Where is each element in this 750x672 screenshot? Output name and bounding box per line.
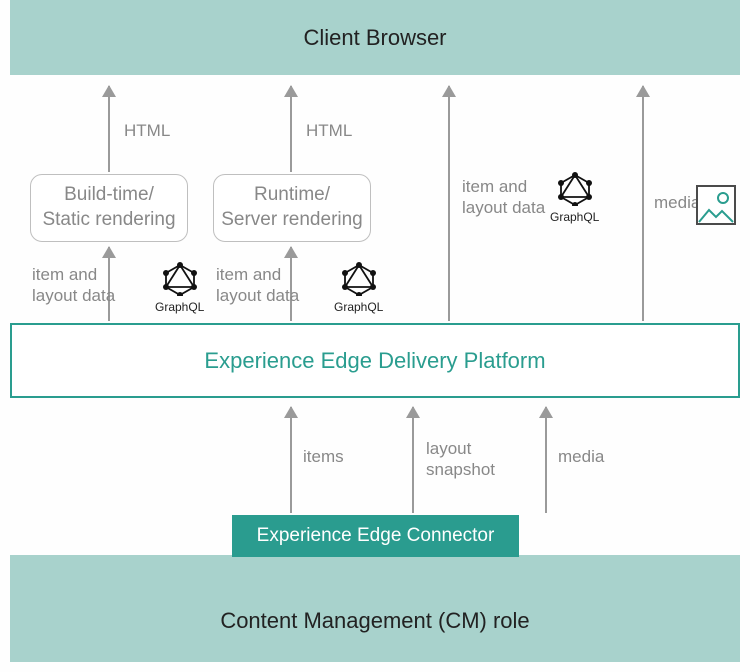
runtime-rendering-node: Runtime/ Server rendering	[213, 174, 371, 242]
arrow-runtime-to-client	[290, 86, 292, 172]
graphql-label-3: GraphQL	[550, 210, 599, 224]
graphql-icon-2: GraphQL	[334, 262, 383, 316]
build-time-rendering-node: Build-time/ Static rendering	[30, 174, 188, 242]
graphql-icon-1: GraphQL	[155, 262, 204, 316]
label-html-2: HTML	[306, 120, 352, 141]
edge-connector-label: Experience Edge Connector	[257, 525, 495, 547]
runtime-node-label: Runtime/ Server rendering	[221, 183, 363, 232]
arrow-connector-media	[545, 407, 547, 513]
label-layout-snapshot: layout snapshot	[426, 438, 495, 481]
graphql-icon-3: GraphQL	[550, 172, 599, 226]
arrow-platform-client-1	[448, 86, 450, 321]
build-node-label: Build-time/ Static rendering	[42, 183, 175, 232]
arrow-connector-items	[290, 407, 292, 513]
cm-role-label: Content Management (CM) role	[0, 608, 750, 634]
image-icon	[696, 185, 736, 225]
label-items: items	[303, 446, 344, 467]
client-browser-box: Client Browser	[10, 0, 740, 75]
diagram-canvas: Client Browser HTML HTML item and layout…	[0, 0, 750, 672]
arrow-platform-client-2	[642, 86, 644, 321]
client-browser-label: Client Browser	[303, 25, 446, 51]
label-item-layout-1: item and layout data	[32, 264, 115, 307]
graphql-label-1: GraphQL	[155, 300, 204, 314]
graphql-label-2: GraphQL	[334, 300, 383, 314]
edge-platform-label: Experience Edge Delivery Platform	[204, 348, 545, 374]
arrow-connector-layout	[412, 407, 414, 513]
edge-connector-box: Experience Edge Connector	[232, 515, 519, 557]
label-item-layout-3: item and layout data	[462, 176, 545, 219]
edge-delivery-platform-box: Experience Edge Delivery Platform	[10, 323, 740, 398]
label-media-1: media	[654, 192, 700, 213]
arrow-build-to-client	[108, 86, 110, 172]
label-html-1: HTML	[124, 120, 170, 141]
label-item-layout-2: item and layout data	[216, 264, 299, 307]
label-media-2: media	[558, 446, 604, 467]
